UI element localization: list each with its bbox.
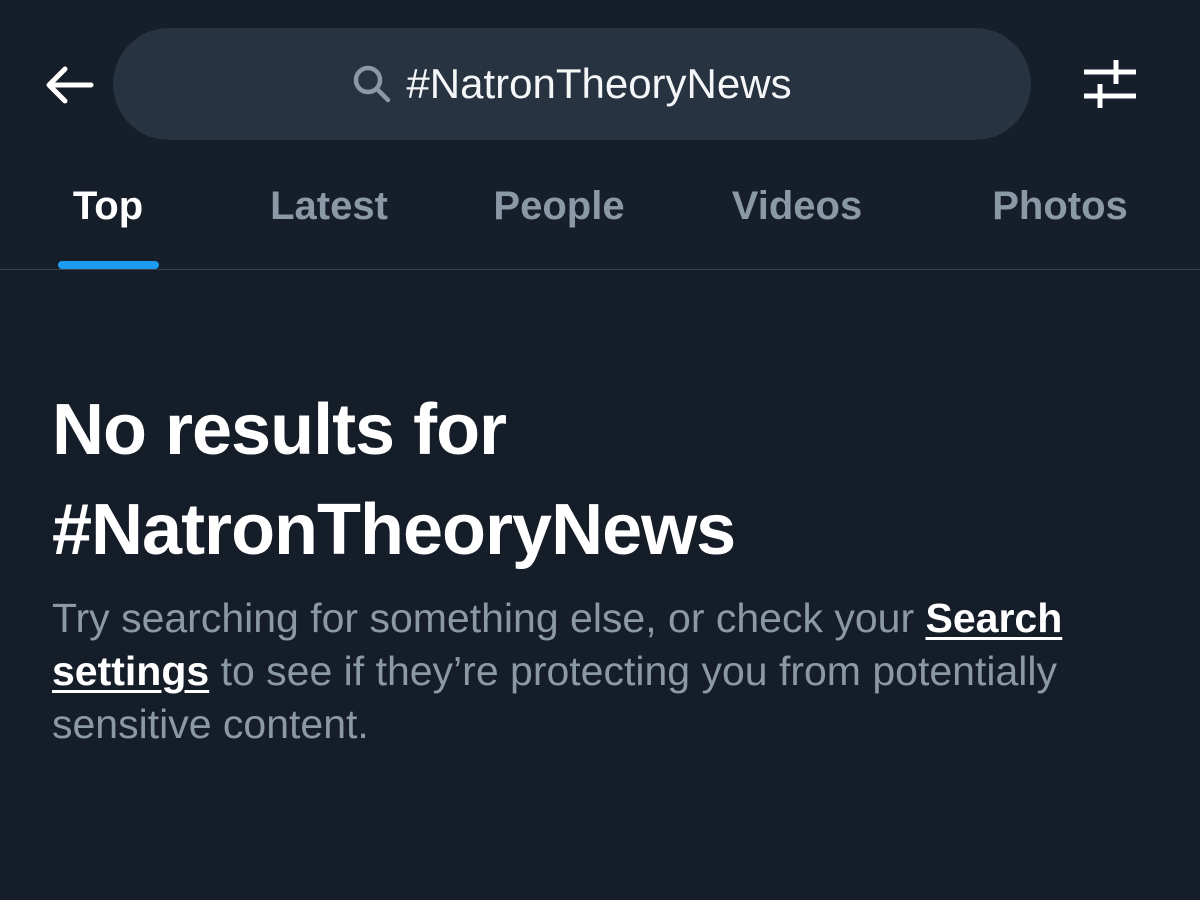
active-tab-indicator [58, 261, 159, 269]
tab-people[interactable]: People [474, 172, 644, 270]
tab-top[interactable]: Top [48, 172, 168, 270]
sliders-icon [1084, 60, 1136, 108]
arrow-left-icon [46, 66, 94, 104]
tab-latest[interactable]: Latest [249, 172, 409, 270]
tab-videos[interactable]: Videos [712, 172, 882, 270]
search-input[interactable]: #NatronTheoryNews [113, 28, 1031, 140]
search-query-text: #NatronTheoryNews [406, 60, 792, 107]
tab-label: Top [72, 184, 144, 228]
empty-state-title: No results for #NatronTheoryNews [52, 380, 1162, 580]
back-button[interactable] [36, 56, 100, 114]
empty-state-message: Try searching for something else, or che… [52, 592, 1162, 751]
message-text-before-link: Try searching for something else, or che… [52, 595, 926, 641]
tab-label: Photos [992, 184, 1128, 228]
tab-photos[interactable]: Photos [970, 172, 1150, 270]
tab-label: People [493, 184, 625, 228]
empty-title-line-1: No results for [52, 390, 507, 470]
search-tabs: Top Latest People Videos Photos [0, 172, 1200, 270]
tab-label: Videos [731, 184, 863, 228]
tab-label: Latest [270, 184, 388, 228]
top-bar: #NatronTheoryNews Top Latest People Vide… [0, 0, 1200, 270]
empty-state: No results for #NatronTheoryNews Try sea… [52, 380, 1162, 751]
empty-title-line-2: #NatronTheoryNews [52, 490, 736, 570]
search-icon [352, 64, 392, 104]
search-filter-button[interactable] [1076, 53, 1144, 115]
